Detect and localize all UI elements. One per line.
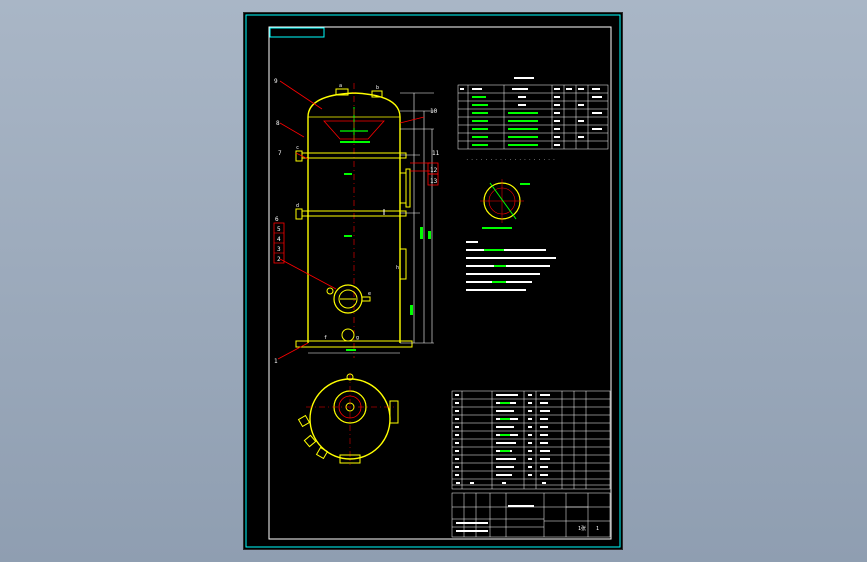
- technical-notes: [466, 241, 556, 291]
- nozzle-mark-e: e: [368, 291, 371, 297]
- svg-text:· · · · · · · · · · · · · · ·: · · · · · · · · · · · · · · · · · · ·: [466, 157, 555, 162]
- nozzle-table-green-marks: [472, 96, 538, 146]
- nozzle-table: [457, 84, 609, 150]
- callout-13: 13: [430, 178, 438, 185]
- callout-10: 10: [430, 108, 438, 115]
- callout-4: 4: [277, 236, 281, 243]
- nozzle-mark-d: d: [296, 203, 299, 209]
- side-nozzle-c: [399, 172, 407, 204]
- cad-drawing: 9 8 7 6 5 4 3 2 1 10 11 12 13 a b c d e …: [245, 14, 621, 548]
- vessel-plan-view: [297, 373, 399, 465]
- bottom-outlet: [341, 328, 355, 342]
- title-block-name: [508, 505, 534, 507]
- vessel-elevation: 9 8 7 6 5 4 3 2 1 10 11 12 13 a b c d e …: [273, 78, 440, 365]
- title-block-signatures: [456, 522, 488, 524]
- nozzle-mark-a: a: [339, 83, 342, 89]
- code-box: [269, 27, 325, 38]
- drawing-sheet: 9 8 7 6 5 4 3 2 1 10 11 12 13 a b c d e …: [243, 12, 623, 550]
- callout-2: 2: [277, 256, 281, 263]
- inner-frame: [268, 26, 612, 540]
- callout-9: 9: [274, 78, 278, 85]
- nozzle-mark-g: g: [356, 335, 359, 341]
- dimension-lines: [308, 92, 434, 354]
- flange-detail: · · · · · · · · · · · · · · · · · · ·: [466, 157, 555, 229]
- nozzle-mark-f: f: [324, 335, 327, 341]
- callout-1: 1: [274, 358, 278, 365]
- nozzle-mark-c: c: [296, 145, 299, 151]
- callout-7: 7: [278, 150, 282, 157]
- callout-6: 6: [275, 216, 279, 223]
- callout-11: 11: [432, 150, 440, 157]
- sheet-label: 1张: [578, 525, 586, 532]
- nozzle-mark-h: h: [396, 265, 399, 271]
- callout-12: 12: [430, 167, 438, 174]
- nozzle-mark-b: b: [376, 85, 379, 91]
- callout-3: 3: [277, 246, 281, 253]
- nozzle-table-white-marks: [460, 77, 602, 146]
- side-nozzle-h: [399, 248, 407, 280]
- sheet-number: 1: [596, 526, 599, 532]
- callout-8: 8: [276, 120, 280, 127]
- callout-5: 5: [277, 226, 281, 233]
